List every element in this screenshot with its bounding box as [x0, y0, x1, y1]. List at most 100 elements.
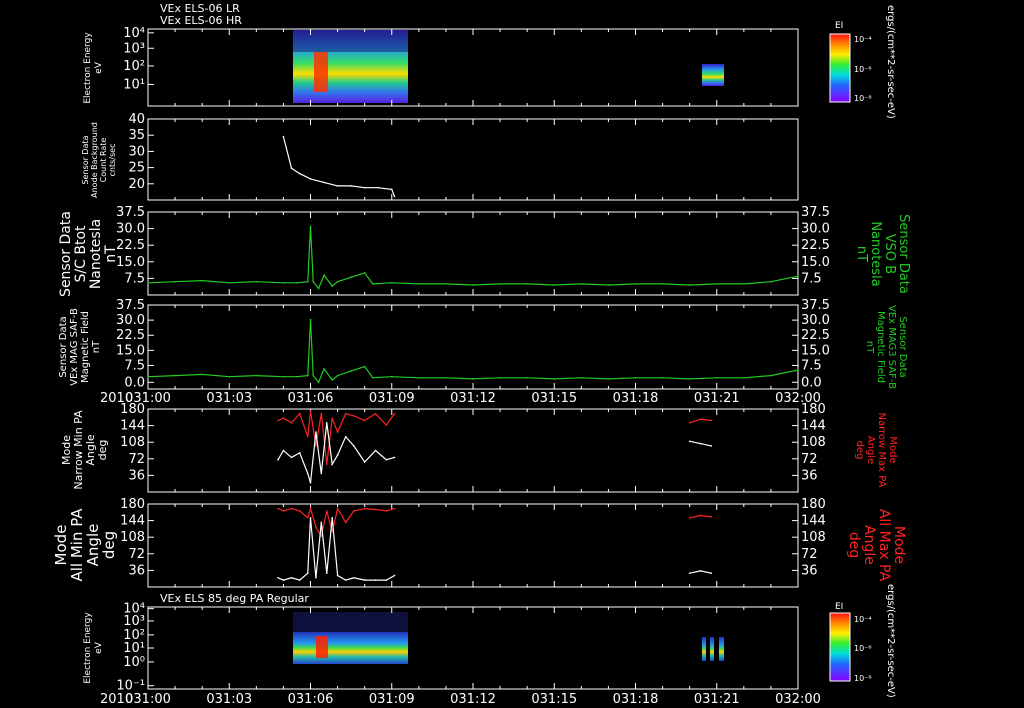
svg-text:VEx MAG SAF-B: VEx MAG SAF-B — [69, 308, 80, 386]
narrow-max-pa-line-point — [315, 445, 317, 447]
svg-text:cnts/sec: cnts/sec — [108, 144, 117, 177]
ytick-label-right-p6: 72 — [801, 547, 818, 562]
all-min-pa-line-point — [325, 572, 328, 574]
ytick-label-right-p4: 0.0 — [801, 375, 822, 390]
narrow-min-pa-line-point — [353, 445, 355, 447]
narrow-min-pa-line-point — [306, 472, 309, 475]
svg-text:Mode: Mode — [887, 436, 898, 463]
all-min-pa-line-point — [315, 576, 317, 579]
narrow-min-pa-line-point — [331, 463, 333, 466]
ytick-label-p6: 36 — [128, 563, 145, 578]
narrow-max-pa-line-point — [385, 424, 388, 426]
svg-text:Sensor Data: Sensor Data — [58, 211, 74, 297]
mag-saf-line-point — [201, 373, 203, 376]
ytick-label-p2: 30 — [128, 144, 145, 159]
btot-line-point — [350, 276, 352, 279]
btot-line-point — [201, 279, 203, 282]
all-min-pa-line-point — [306, 572, 309, 574]
count-rate-line-point — [377, 186, 380, 189]
narrow-min-pa-line-point — [290, 456, 293, 459]
count-rate-line-point — [323, 181, 325, 184]
ylabel-p7: Electron Energy eV — [83, 612, 104, 684]
svg-text:Mode: Mode — [891, 526, 907, 564]
narrow-max-pa-line-point — [277, 419, 279, 422]
all-max-pa-line-point — [320, 535, 323, 538]
colorbar-top: EI 10⁻⁴ 10⁻⁶ 10⁻⁸ ergs/(cm**2-sr-sec-eV) — [829, 5, 896, 119]
panel7-spectrogram — [293, 612, 724, 664]
ytick-label-p2: 25 — [128, 161, 145, 176]
all-max-pa-line-point — [325, 510, 328, 512]
svg-text:Sensor Data: Sensor Data — [81, 135, 90, 184]
all-max-pa-line-point — [336, 507, 339, 510]
mag-saf-line-point — [661, 377, 664, 379]
btot-line-point — [418, 283, 420, 285]
count-rate-line-point — [282, 135, 285, 138]
svg-text:deg: deg — [854, 441, 865, 460]
rlabel-p6: Mode All Max PA Angle deg — [846, 509, 907, 582]
btot-line-point — [228, 282, 231, 284]
mag-saf-line-point — [445, 377, 447, 379]
svg-text:Magnetic Field: Magnetic Field — [875, 311, 886, 383]
spectrogram7-block-late-b — [710, 637, 714, 661]
all-max-pa-line-point — [306, 517, 309, 519]
ytick-label-p5: 72 — [128, 452, 145, 467]
btot-line-point — [743, 283, 745, 285]
ylabel-p1: Electron Energy eV — [83, 32, 104, 104]
xtick-label: 031:06 — [288, 391, 334, 406]
panel6-frame — [147, 503, 799, 588]
svg-text:VSO B: VSO B — [882, 234, 897, 274]
narrow-max-pa-line-point — [306, 435, 309, 438]
svg-text:Nanotesla: Nanotesla — [88, 219, 104, 289]
ytick-label-p7: 10⁰ — [123, 655, 145, 670]
count-rate-line-point — [350, 185, 352, 187]
mag-saf-line-point — [309, 318, 312, 321]
xtick-label: 031:00 — [125, 692, 171, 707]
btot-line-point — [472, 284, 474, 286]
mag-saf-line-point — [174, 374, 176, 377]
all-max-pa-line-point — [363, 507, 366, 510]
ytick-label-right-p6: 180 — [801, 497, 826, 512]
spectrogram1-hot — [314, 52, 328, 92]
all-min-pa-line-point — [331, 517, 333, 519]
mag-saf-line-point — [317, 381, 320, 384]
mag-saf-line-point — [255, 374, 258, 377]
btot-line-point — [312, 280, 315, 283]
btot-line-point — [661, 283, 664, 285]
ytick-label-p3: 15.0 — [116, 255, 145, 270]
ytick-label-right-p6: 144 — [801, 514, 826, 529]
all-max-pa-line-point — [315, 526, 317, 528]
count-rate-line-point — [393, 195, 396, 198]
ytick-label-right-p3: 30.0 — [801, 222, 830, 237]
narrow-min-pa-line-point — [309, 481, 312, 484]
svg-text:nT: nT — [91, 340, 102, 353]
btot-line-point — [336, 280, 339, 283]
spectrogram7-block-late-c — [719, 637, 724, 661]
all-max-pa-line-point — [374, 508, 377, 511]
ytick-label-p1: 10² — [123, 59, 145, 74]
all-max-pa-line-point — [277, 507, 279, 510]
all-min-pa-line-point — [363, 579, 366, 581]
all-min-pa-line-point — [353, 576, 355, 579]
ytick-label-right-p5: 108 — [801, 435, 826, 450]
narrow-max-pa-line-point — [710, 419, 713, 422]
ytick-label-p7: 10³ — [123, 614, 145, 629]
mag-saf-line-point — [306, 374, 309, 377]
svg-text:Sensor Data: Sensor Data — [896, 214, 911, 294]
narrow-min-pa-line-point — [699, 442, 702, 445]
ytick-label-p3: 22.5 — [116, 238, 145, 253]
xtick-label: 031:18 — [613, 391, 659, 406]
narrow-min-pa-line-point — [315, 431, 317, 433]
btot-line-point — [255, 280, 258, 283]
btot-line-point — [317, 287, 320, 290]
colorbar-bottom: EI 10⁻⁴ 10⁻⁶ 10⁻⁸ ergs/(cm**2-sr-sec-eV) — [829, 584, 896, 698]
narrow-max-pa-line-point — [336, 431, 339, 433]
all-max-pa-line-point — [688, 517, 691, 519]
btot-line-point — [715, 283, 718, 285]
narrow-max-pa-line-point — [699, 418, 702, 420]
panel7-frame — [147, 606, 799, 690]
all-max-pa-line-point — [331, 530, 333, 533]
svg-text:Magnetic Field: Magnetic Field — [80, 311, 91, 383]
svg-text:deg: deg — [96, 440, 109, 461]
narrow-max-pa-line-point — [298, 412, 301, 415]
ytick-label-right-p3: 15.0 — [801, 255, 830, 270]
